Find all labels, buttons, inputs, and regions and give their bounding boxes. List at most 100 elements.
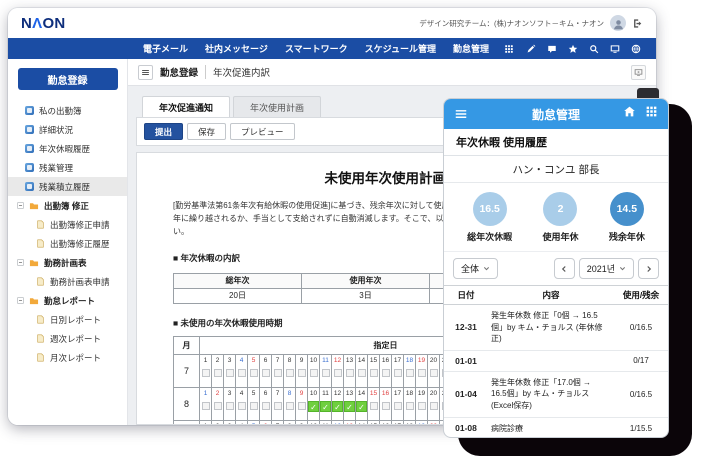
calendar-day-cell[interactable]: 20	[428, 387, 440, 420]
calendar-day-cell[interactable]: 14✓	[356, 387, 368, 420]
sidebar-item[interactable]: 年次休暇履歴	[8, 139, 127, 158]
calendar-day-cell[interactable]: 1	[200, 387, 212, 420]
day-checked-checkbox[interactable]: ✓	[356, 401, 367, 412]
day-checkbox[interactable]	[226, 402, 234, 410]
nav-item-3[interactable]: スマートワーク	[285, 42, 348, 55]
calendar-day-cell[interactable]: 7	[272, 387, 284, 420]
day-checkbox[interactable]	[346, 369, 354, 377]
calendar-day-cell[interactable]: 3	[224, 354, 236, 387]
calendar-day-cell[interactable]: 3	[224, 387, 236, 420]
calendar-day-cell[interactable]: 13	[344, 420, 356, 425]
day-checkbox[interactable]	[370, 402, 378, 410]
day-checkbox[interactable]	[274, 402, 282, 410]
day-checkbox[interactable]	[310, 369, 318, 377]
attendance-register-button[interactable]: 勤怠登録	[18, 68, 118, 90]
submit-button[interactable]: 提出	[144, 123, 183, 140]
day-checked-checkbox[interactable]: ✓	[332, 401, 343, 412]
tab-annual-promotion-notice[interactable]: 年次促進通知	[142, 96, 230, 117]
day-checkbox[interactable]	[226, 369, 234, 377]
day-checkbox[interactable]	[406, 402, 414, 410]
day-checkbox[interactable]	[298, 402, 306, 410]
day-checkbox[interactable]	[214, 402, 222, 410]
day-checkbox[interactable]	[286, 369, 294, 377]
calendar-day-cell[interactable]: 10	[308, 354, 320, 387]
calendar-day-cell[interactable]: 17	[392, 387, 404, 420]
save-button[interactable]: 保存	[187, 123, 226, 140]
calendar-day-cell[interactable]: 15	[368, 387, 380, 420]
day-checkbox[interactable]	[418, 369, 426, 377]
day-checkbox[interactable]	[430, 402, 438, 410]
sidebar-item[interactable]: 残業積立履歴	[8, 177, 127, 196]
day-checkbox[interactable]	[250, 369, 258, 377]
calendar-day-cell[interactable]: 10	[308, 420, 320, 425]
calendar-day-cell[interactable]: 5	[248, 387, 260, 420]
calendar-day-cell[interactable]: 6	[260, 354, 272, 387]
sidebar-item[interactable]: 週次レポート	[8, 329, 127, 348]
calendar-day-cell[interactable]: 18	[404, 420, 416, 425]
nav-item-1[interactable]: 電子メール	[143, 42, 188, 55]
sidebar-item[interactable]: 詳細状況	[8, 120, 127, 139]
day-checkbox[interactable]	[202, 369, 210, 377]
calendar-day-cell[interactable]: 7	[272, 354, 284, 387]
calendar-day-cell[interactable]: 2	[212, 387, 224, 420]
calendar-day-cell[interactable]: 7	[272, 420, 284, 425]
day-checkbox[interactable]	[358, 369, 366, 377]
calendar-day-cell[interactable]: 4	[236, 354, 248, 387]
calendar-day-cell[interactable]: 3	[224, 420, 236, 425]
calendar-day-cell[interactable]: 13✓	[344, 387, 356, 420]
sidebar-item[interactable]: 月次レポート	[8, 348, 127, 367]
calendar-day-cell[interactable]: 6	[260, 387, 272, 420]
search-icon[interactable]	[589, 44, 599, 54]
day-checkbox[interactable]	[250, 402, 258, 410]
sidebar-item[interactable]: 出勤簿修正履歴	[8, 234, 127, 253]
day-checkbox[interactable]	[334, 369, 342, 377]
calendar-day-cell[interactable]: 12	[332, 420, 344, 425]
logout-icon[interactable]	[632, 18, 643, 29]
day-checkbox[interactable]	[202, 402, 210, 410]
calendar-day-cell[interactable]: 14	[356, 420, 368, 425]
calendar-day-cell[interactable]: 12✓	[332, 387, 344, 420]
sidebar-item[interactable]: 日別レポート	[8, 310, 127, 329]
day-checkbox[interactable]	[382, 369, 390, 377]
globe-icon[interactable]	[631, 44, 641, 54]
calendar-day-cell[interactable]: 8	[284, 387, 296, 420]
day-checked-checkbox[interactable]: ✓	[320, 401, 331, 412]
calendar-day-cell[interactable]: 5	[248, 420, 260, 425]
pencil-icon[interactable]	[526, 44, 536, 54]
tab-annual-use-plan[interactable]: 年次使用計画	[233, 96, 321, 117]
calendar-day-cell[interactable]: 11✓	[320, 387, 332, 420]
sidebar-item[interactable]: 私の出勤簿	[8, 101, 127, 120]
calendar-day-cell[interactable]: 20	[428, 354, 440, 387]
sidebar-item[interactable]: 勤務計画表申請	[8, 272, 127, 291]
sidebar-item[interactable]: 出勤簿修正申請	[8, 215, 127, 234]
calendar-day-cell[interactable]: 9	[296, 420, 308, 425]
sidebar-item[interactable]: 勤怠レポート	[8, 291, 127, 310]
tree-collapse-icon[interactable]	[17, 297, 24, 304]
user-avatar[interactable]	[610, 15, 626, 31]
day-checkbox[interactable]	[214, 369, 222, 377]
home-icon[interactable]	[623, 105, 636, 123]
calendar-day-cell[interactable]: 18	[404, 387, 416, 420]
day-checkbox[interactable]	[370, 369, 378, 377]
tree-collapse-icon[interactable]	[17, 202, 24, 209]
sidebar-item[interactable]: 出勤簿 修正	[8, 196, 127, 215]
calendar-day-cell[interactable]: 8	[284, 354, 296, 387]
calendar-day-cell[interactable]: 16	[380, 420, 392, 425]
nav-item-2[interactable]: 社内メッセージ	[205, 42, 268, 55]
calendar-day-cell[interactable]: 2	[212, 354, 224, 387]
calendar-day-cell[interactable]: 15	[368, 420, 380, 425]
tree-collapse-icon[interactable]	[17, 259, 24, 266]
sidebar-item[interactable]: 勤務計画表	[8, 253, 127, 272]
calendar-day-cell[interactable]: 1	[200, 354, 212, 387]
calendar-day-cell[interactable]: 6	[260, 420, 272, 425]
next-year-button[interactable]	[638, 258, 659, 279]
calendar-day-cell[interactable]: 17	[392, 354, 404, 387]
calendar-day-cell[interactable]: 12	[332, 354, 344, 387]
nav-item-4[interactable]: スケジュール管理	[365, 42, 436, 55]
day-checkbox[interactable]	[262, 369, 270, 377]
day-checkbox[interactable]	[274, 369, 282, 377]
star-icon[interactable]	[568, 44, 578, 54]
day-checkbox[interactable]	[406, 369, 414, 377]
calendar-day-cell[interactable]: 4	[236, 387, 248, 420]
calendar-day-cell[interactable]: 2	[212, 420, 224, 425]
